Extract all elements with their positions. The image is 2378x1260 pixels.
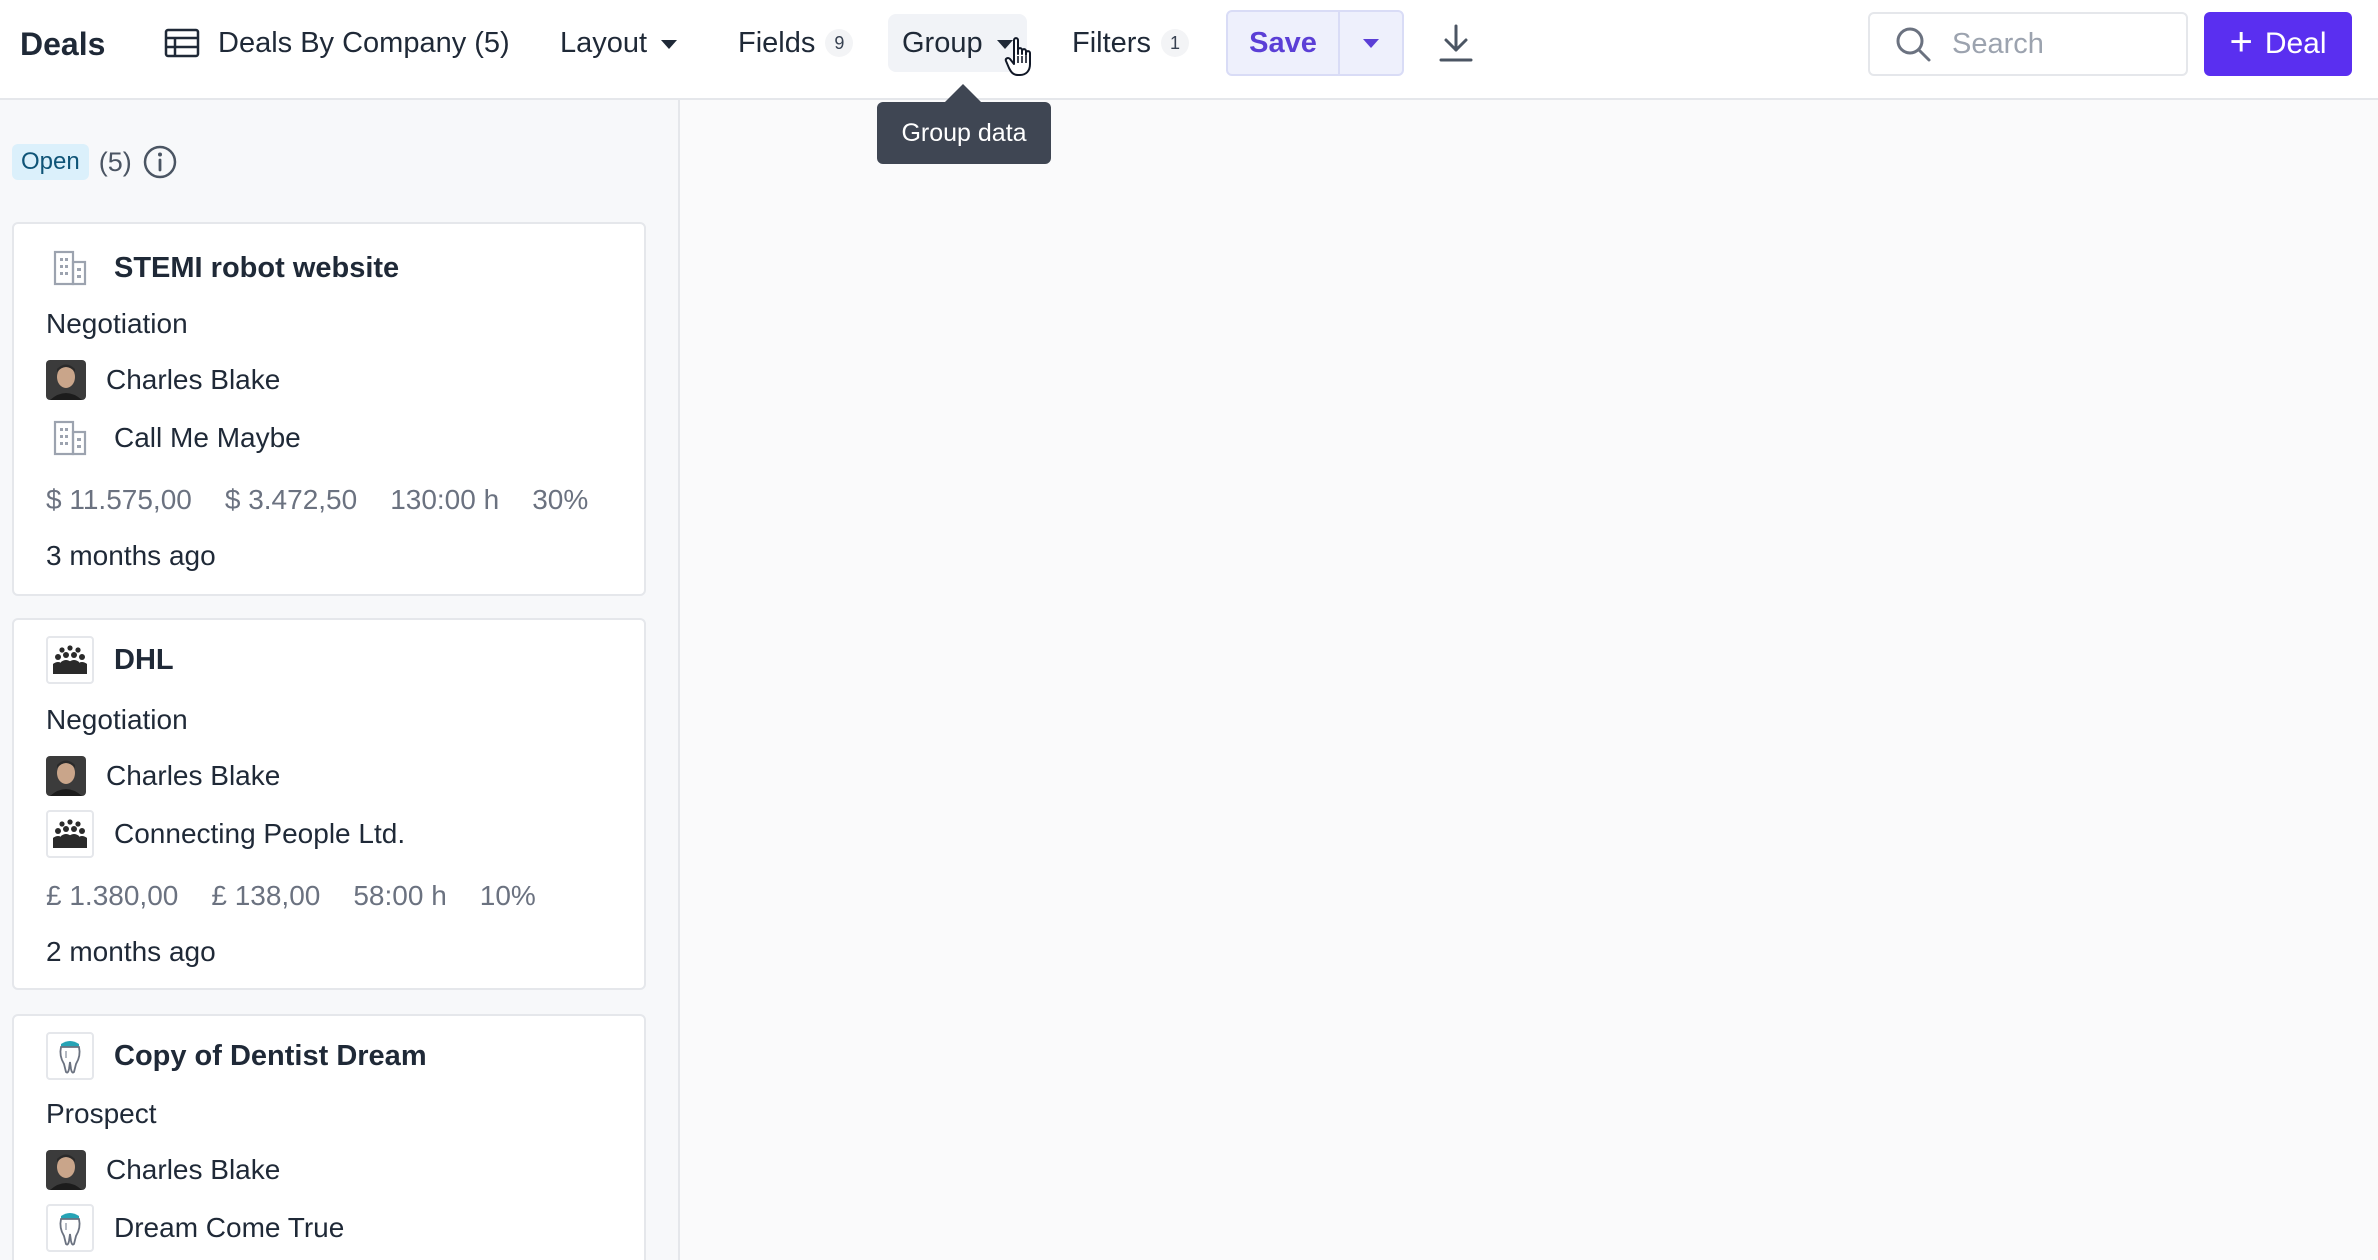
deal-metrics: $ 11.575,00 $ 3.472,50 130:00 h 30% <box>46 484 621 516</box>
tooth-icon <box>46 1032 94 1080</box>
chevron-down-icon <box>1363 38 1379 48</box>
page-title: Deals <box>20 26 106 62</box>
office-building-icon <box>46 244 94 292</box>
fields-button[interactable]: Fields 9 <box>724 14 867 72</box>
deal-card[interactable]: DHL Negotiation Charles Blake Connecting… <box>12 618 646 990</box>
group-label: Group <box>902 26 983 59</box>
deal-probability: 10% <box>479 880 536 911</box>
layout-label: Layout <box>560 26 648 59</box>
deal-title: DHL <box>114 643 174 676</box>
add-deal-label: Deal <box>2264 27 2327 60</box>
deal-weighted-value: £ 138,00 <box>211 880 321 911</box>
deal-title: STEMI robot website <box>114 251 400 284</box>
board-area <box>680 100 2378 1260</box>
deal-title: Copy of Dentist Dream <box>114 1039 427 1072</box>
filters-button[interactable]: Filters 1 <box>1058 14 1203 72</box>
plus-icon: + <box>2229 20 2253 64</box>
search-icon <box>1896 27 1931 62</box>
avatar <box>46 756 86 796</box>
column-count: (5) <box>98 146 132 177</box>
save-split-button: Save <box>1226 10 1404 76</box>
deal-metrics: £ 1.380,00 £ 138,00 58:00 h 10% <box>46 880 569 912</box>
deal-stage: Negotiation <box>46 308 188 339</box>
tooth-icon <box>46 1204 94 1252</box>
deal-value: £ 1.380,00 <box>46 880 179 911</box>
info-icon[interactable] <box>142 144 178 180</box>
add-deal-button[interactable]: + Deal <box>2204 12 2352 76</box>
view-label: Deals By Company (5) <box>218 26 510 59</box>
fields-label: Fields <box>738 26 816 59</box>
deal-updated: 2 months ago <box>46 936 216 967</box>
table-view-icon <box>164 28 200 58</box>
save-options-button[interactable] <box>1340 12 1402 74</box>
board-column-open: Open (5) STEMI robot website Negotiation… <box>0 100 680 1260</box>
people-group-icon <box>46 810 94 858</box>
avatar <box>46 360 86 400</box>
office-building-icon <box>46 414 94 462</box>
deal-hours: 58:00 h <box>353 880 447 911</box>
group-tooltip: Group data <box>877 84 1051 164</box>
column-header: Open (5) <box>12 142 178 182</box>
chevron-down-icon <box>661 40 678 49</box>
people-group-icon <box>46 636 94 684</box>
deal-owner: Charles Blake <box>106 364 281 395</box>
filters-count-badge: 1 <box>1160 29 1189 57</box>
search-box <box>1868 12 2188 76</box>
deal-stage: Prospect <box>46 1098 157 1129</box>
avatar <box>46 1150 86 1190</box>
download-icon[interactable] <box>1436 22 1476 66</box>
save-button[interactable]: Save <box>1228 12 1340 74</box>
deal-weighted-value: $ 3.472,50 <box>224 484 358 515</box>
stage-badge: Open <box>12 144 89 180</box>
fields-count-badge: 9 <box>825 29 854 57</box>
deal-company: Connecting People Ltd. <box>114 818 406 849</box>
view-selector[interactable]: Deals By Company (5) <box>150 14 524 72</box>
deal-probability: 30% <box>532 484 589 515</box>
deal-stage: Negotiation <box>46 704 188 735</box>
deal-card[interactable]: Copy of Dentist Dream Prospect Charles B… <box>12 1014 646 1260</box>
deal-owner: Charles Blake <box>106 1154 281 1185</box>
filters-label: Filters <box>1072 26 1151 59</box>
layout-dropdown[interactable]: Layout <box>546 14 691 72</box>
top-bar: Deals Deals By Company (5) Layout Fields… <box>0 0 2378 100</box>
search-input[interactable] <box>1952 27 2172 61</box>
deal-card[interactable]: STEMI robot website Negotiation Charles … <box>12 222 646 596</box>
deal-company: Dream Come True <box>114 1212 345 1243</box>
deal-value: $ 11.575,00 <box>46 484 192 515</box>
hand-cursor-icon <box>1004 37 1031 76</box>
deal-updated: 3 months ago <box>46 540 216 571</box>
deal-hours: 130:00 h <box>390 484 500 515</box>
deal-company: Call Me Maybe <box>114 422 301 453</box>
deal-owner: Charles Blake <box>106 760 281 791</box>
